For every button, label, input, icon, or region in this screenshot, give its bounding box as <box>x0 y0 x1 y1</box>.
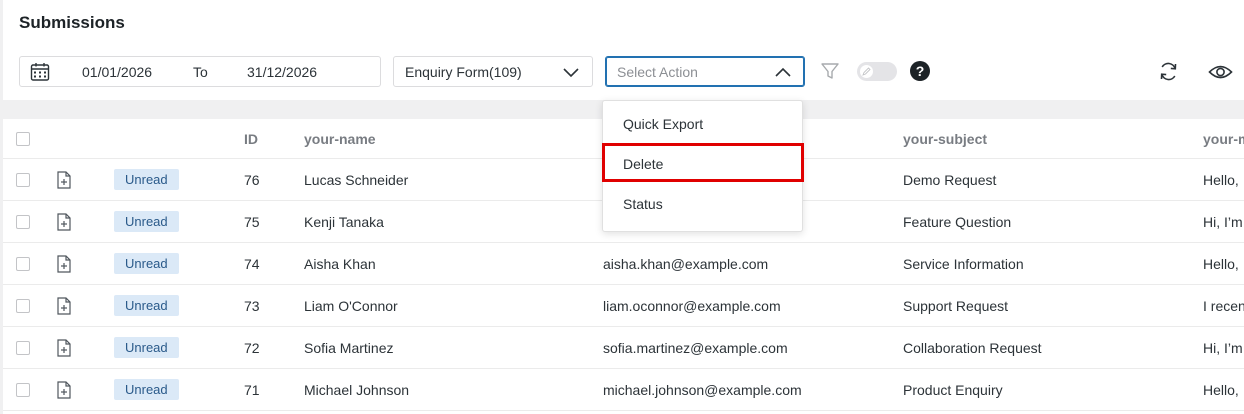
date-to-label: To <box>193 64 208 80</box>
document-add-icon[interactable] <box>56 297 72 315</box>
cell-subject: Collaboration Request <box>903 340 1042 356</box>
chevron-up-icon <box>775 67 791 77</box>
cell-id: 72 <box>244 340 260 356</box>
toolbar-panel: Submissions 01/01/2026 To 31/12/2026 Enq… <box>3 0 1244 100</box>
row-checkbox[interactable] <box>16 341 30 355</box>
cell-message: Hello, <box>1203 256 1239 272</box>
row-checkbox[interactable] <box>16 215 30 229</box>
cell-name: Lucas Schneider <box>304 172 409 188</box>
cell-name: Sofia Martinez <box>304 340 394 356</box>
cell-email: sofia.martinez@example.com <box>603 340 788 356</box>
cell-message: Hi, I’m <box>1203 340 1243 356</box>
date-from[interactable]: 01/01/2026 <box>82 64 152 80</box>
cell-subject: Feature Question <box>903 214 1012 230</box>
status-badge: Unread <box>114 379 179 400</box>
table-row[interactable]: Unread 73 Liam O'Connor liam.oconnor@exa… <box>3 285 1244 327</box>
help-icon[interactable]: ? <box>910 61 930 81</box>
edit-mode-toggle[interactable] <box>857 62 897 81</box>
row-checkbox[interactable] <box>16 299 30 313</box>
status-badge: Unread <box>114 337 179 358</box>
form-select[interactable]: Enquiry Form(109) <box>393 56 593 87</box>
cell-id: 71 <box>244 382 260 398</box>
cell-subject: Support Request <box>903 298 1009 314</box>
cell-id: 74 <box>244 256 260 272</box>
status-badge: Unread <box>114 169 179 190</box>
row-checkbox[interactable] <box>16 257 30 271</box>
form-select-value: Enquiry Form(109) <box>405 64 522 80</box>
cell-subject: Demo Request <box>903 172 997 188</box>
cell-message: I recen <box>1203 298 1244 314</box>
date-range-picker[interactable]: 01/01/2026 To 31/12/2026 <box>19 56 381 87</box>
cell-subject: Product Enquiry <box>903 382 1003 398</box>
cell-name: Michael Johnson <box>304 382 410 398</box>
document-add-icon[interactable] <box>56 255 72 273</box>
status-badge: Unread <box>114 211 179 232</box>
chevron-down-icon <box>563 68 579 78</box>
filter-icon[interactable] <box>820 61 840 81</box>
cell-email: aisha.khan@example.com <box>603 256 769 272</box>
table-row[interactable]: Unread 74 Aisha Khan aisha.khan@example.… <box>3 243 1244 285</box>
document-add-icon[interactable] <box>56 381 72 399</box>
status-badge: Unread <box>114 253 179 274</box>
cell-name: Kenji Tanaka <box>304 214 384 230</box>
cell-id: 76 <box>244 172 260 188</box>
cell-id: 73 <box>244 298 260 314</box>
document-add-icon[interactable] <box>56 171 72 189</box>
highlight-box <box>602 143 804 182</box>
column-your-subject[interactable]: your-subject <box>903 131 987 147</box>
menu-item-status[interactable]: Status <box>623 196 663 212</box>
cell-message: Hello, <box>1203 172 1239 188</box>
cell-email: liam.oconnor@example.com <box>603 298 781 314</box>
cell-name: Liam O'Connor <box>304 298 398 314</box>
page-title: Submissions <box>19 13 125 32</box>
table-row[interactable]: Unread 72 Sofia Martinez sofia.martinez@… <box>3 327 1244 369</box>
eye-icon[interactable] <box>1208 62 1233 82</box>
document-add-icon[interactable] <box>56 213 72 231</box>
document-add-icon[interactable] <box>56 339 72 357</box>
column-id[interactable]: ID <box>244 131 258 147</box>
row-checkbox[interactable] <box>16 173 30 187</box>
row-checkbox[interactable] <box>16 383 30 397</box>
column-your-name[interactable]: your-name <box>304 131 376 147</box>
cell-name: Aisha Khan <box>304 256 376 272</box>
cell-message: Hi, I’m <box>1203 214 1243 230</box>
refresh-icon[interactable] <box>1158 61 1179 82</box>
date-to[interactable]: 31/12/2026 <box>247 64 317 80</box>
action-select-placeholder: Select Action <box>617 64 698 80</box>
calendar-icon <box>30 63 50 81</box>
pencil-icon <box>862 67 871 76</box>
column-your-message[interactable]: your-m <box>1203 131 1244 147</box>
cell-message: Hello, <box>1203 382 1239 398</box>
action-select[interactable]: Select Action <box>605 56 805 87</box>
select-all-checkbox[interactable] <box>16 132 30 146</box>
menu-item-quick-export[interactable]: Quick Export <box>623 116 703 132</box>
cell-id: 75 <box>244 214 260 230</box>
table-row[interactable]: Unread 71 Michael Johnson michael.johnso… <box>3 369 1244 411</box>
status-badge: Unread <box>114 295 179 316</box>
cell-email: michael.johnson@example.com <box>603 382 802 398</box>
cell-subject: Service Information <box>903 256 1024 272</box>
